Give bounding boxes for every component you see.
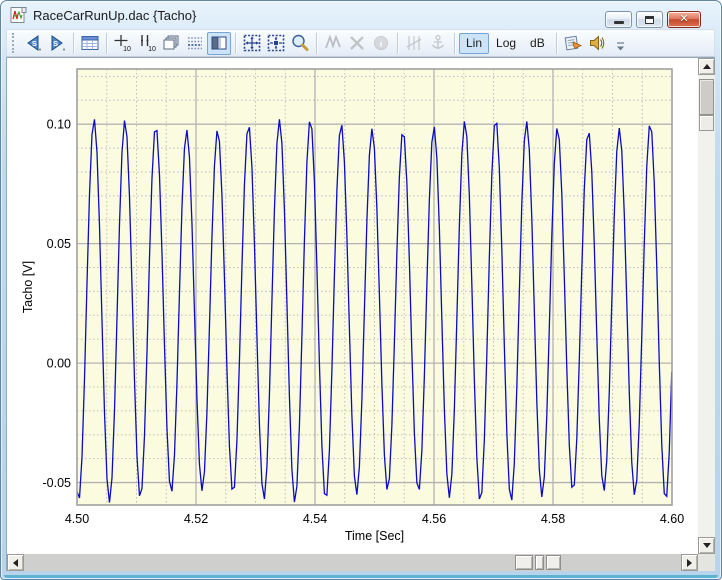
audio-replay-button[interactable] (585, 32, 609, 55)
x-tick-label: 4.56 (422, 512, 446, 526)
single-panel-display-button[interactable] (207, 32, 231, 55)
edit-properties-icon (562, 33, 584, 53)
step-forward-button[interactable]: S (45, 32, 69, 55)
svg-text:10: 10 (148, 46, 156, 53)
svg-text:S: S (32, 39, 37, 48)
main-toolbar: S S 10 (6, 29, 715, 57)
x-tick-label: 4.52 (184, 512, 208, 526)
harmonic-cursors-button[interactable] (402, 32, 426, 55)
overlay-layers-button[interactable] (159, 32, 183, 55)
zoom-extents-button[interactable] (240, 32, 264, 55)
vertical-scrollbar[interactable] (698, 58, 715, 554)
y-axis-title: Tacho [V] (21, 261, 35, 313)
log-scale-button[interactable]: Log (489, 33, 523, 54)
overlay-layers-icon (161, 33, 181, 53)
scroll-down-button[interactable] (698, 537, 715, 554)
lin-scale-button[interactable]: Lin (459, 33, 489, 54)
anchor-cursor-button[interactable] (426, 32, 450, 55)
arrow-down-icon (703, 543, 711, 548)
info-icon (371, 33, 391, 53)
client-area: -0.05 0.00 0.05 0.10 4.50 4.52 4.54 4.56 4.58 4.6… (6, 57, 715, 571)
reference-lines-button[interactable] (183, 32, 207, 55)
worksheet-grid-icon (80, 33, 100, 53)
zoom-extents-icon (242, 33, 262, 53)
vertical-cursors-button[interactable]: 10 (135, 32, 159, 55)
horizontal-scrollbar[interactable] (7, 554, 698, 571)
zoom-box-icon (266, 33, 286, 53)
horizontal-scrollbar-thumb[interactable] (515, 555, 533, 570)
info-button[interactable] (369, 32, 393, 55)
step-back-icon: S (23, 33, 43, 53)
tacho-waveform-chart[interactable]: -0.05 0.00 0.05 0.10 4.50 4.52 4.54 4.56 4.58 4.6… (7, 58, 698, 554)
svg-text:10: 10 (123, 46, 131, 53)
toolbar-options-button[interactable] (615, 40, 627, 54)
scroll-left-button[interactable] (7, 554, 24, 571)
single-panel-display-icon (209, 33, 229, 53)
arrow-right-icon (687, 559, 692, 567)
close-icon: ✕ (679, 14, 688, 25)
close-button[interactable]: ✕ (667, 11, 701, 28)
toolbar-separator (73, 33, 74, 54)
delete-trace-button[interactable] (345, 32, 369, 55)
scrollbar-corner (698, 554, 715, 571)
scroll-right-button[interactable] (681, 554, 698, 571)
reference-lines-icon (185, 33, 205, 53)
x-tick-label: 4.58 (541, 512, 565, 526)
chevron-down-icon (616, 41, 625, 53)
step-back-button[interactable]: S (21, 32, 45, 55)
x-axis-title: Time [Sec] (345, 529, 404, 543)
horizontal-scrollbar-thumb-segment[interactable] (546, 555, 561, 570)
svg-text:S: S (53, 39, 58, 48)
vertical-scrollbar-thumb-segment[interactable] (699, 115, 714, 131)
minimize-icon (614, 21, 624, 24)
crosshair-cursor-icon: 10 (112, 33, 134, 53)
crosshair-cursor-button[interactable]: 10 (111, 32, 135, 55)
anchor-cursor-icon (428, 33, 448, 53)
y-tick-label: 0.00 (47, 357, 71, 371)
y-tick-label: 0.05 (47, 237, 71, 251)
y-tick-label: 0.10 (47, 118, 71, 132)
x-tick-label: 4.60 (660, 512, 684, 526)
harmonic-cursors-icon (404, 33, 424, 53)
speaker-icon (587, 33, 607, 53)
zoom-magnifier-icon (290, 33, 310, 53)
vertical-scrollbar-thumb[interactable] (699, 79, 714, 115)
waveform-trace-icon (323, 33, 343, 53)
arrow-up-icon (703, 64, 711, 69)
horizontal-scrollbar-thumb-segment[interactable] (535, 555, 544, 570)
toolbar-separator (106, 33, 107, 54)
toolbar-grip[interactable] (12, 33, 16, 53)
x-tick-label: 4.54 (303, 512, 327, 526)
db-scale-button[interactable]: dB (523, 33, 552, 54)
window-title: RaceCarRunUp.dac {Tacho} (33, 8, 196, 23)
y-tick-label: -0.05 (43, 476, 72, 490)
minimize-button[interactable] (605, 11, 632, 28)
application-window: RaceCarRunUp.dac {Tacho} ✕ S S (0, 0, 722, 580)
worksheet-grid-button[interactable] (78, 32, 102, 55)
zoom-magnifier-button[interactable] (288, 32, 312, 55)
toolbar-separator (397, 33, 398, 54)
toolbar-separator (454, 33, 455, 54)
zoom-box-button[interactable] (264, 32, 288, 55)
titlebar[interactable]: RaceCarRunUp.dac {Tacho} ✕ (1, 1, 721, 29)
toolbar-separator (556, 33, 557, 54)
chart-canvas[interactable]: -0.05 0.00 0.05 0.10 4.50 4.52 4.54 4.56 4.58 4.6… (7, 58, 698, 554)
restore-icon (645, 16, 654, 24)
restore-button[interactable] (636, 11, 663, 28)
edit-properties-button[interactable] (561, 32, 585, 55)
waveform-trace-button[interactable] (321, 32, 345, 55)
x-tick-label: 4.50 (65, 512, 89, 526)
scroll-up-button[interactable] (698, 58, 715, 75)
vertical-cursors-icon: 10 (136, 33, 158, 53)
step-forward-icon: S (47, 33, 67, 53)
delete-trace-icon (347, 33, 367, 53)
waveform-document-icon (10, 7, 27, 23)
caption-buttons: ✕ (605, 11, 701, 28)
toolbar-separator (235, 33, 236, 54)
toolbar-separator (316, 33, 317, 54)
arrow-left-icon (13, 559, 18, 567)
